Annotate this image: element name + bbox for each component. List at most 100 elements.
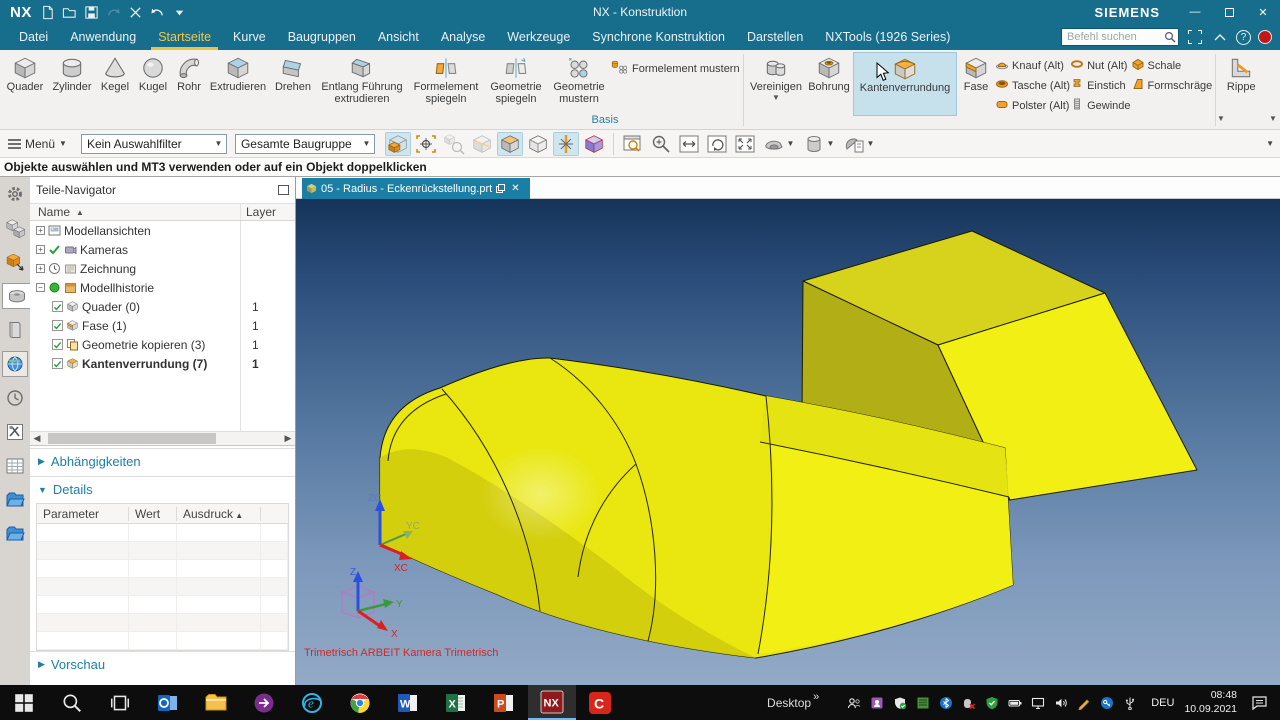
reuse-library-icon[interactable] xyxy=(2,317,28,343)
chrome-icon[interactable] xyxy=(336,685,384,720)
menu-tab-darstellen[interactable]: Darstellen xyxy=(736,24,814,50)
shaded-face-icon[interactable] xyxy=(496,131,523,156)
part-navigator-icon[interactable] xyxy=(2,283,30,309)
task-view-icon[interactable] xyxy=(96,685,144,720)
detach-tab-icon[interactable] xyxy=(496,184,506,193)
file-explorer-icon[interactable] xyxy=(192,685,240,720)
solid-cube-icon[interactable] xyxy=(581,132,607,156)
internet-explorer-icon[interactable]: e xyxy=(288,685,336,720)
scroll-left-icon[interactable]: ◀ xyxy=(30,433,44,444)
assembly-navigator-icon[interactable] xyxy=(2,215,28,241)
taskbar-clock[interactable]: 08:48 10.09.2021 xyxy=(1184,689,1237,716)
folder-open-icon[interactable] xyxy=(2,487,28,513)
expander-icon[interactable]: + xyxy=(36,264,45,273)
help-icon[interactable]: ? xyxy=(1236,29,1251,45)
ribbon-item-nut-alt-[interactable]: Nut (Alt) xyxy=(1070,56,1130,75)
history-icon[interactable] xyxy=(2,385,28,411)
expander-icon[interactable]: + xyxy=(36,245,45,254)
menu-tab-kurve[interactable]: Kurve xyxy=(222,24,277,50)
details-column-ausdruck[interactable]: Ausdruck ▲ xyxy=(177,506,261,521)
close-button[interactable]: ✕ xyxy=(1246,0,1280,24)
dropdown-arrow-icon[interactable]: ▼ xyxy=(772,93,780,103)
pan-icon[interactable] xyxy=(676,132,702,156)
render-style-icon[interactable]: ▼ xyxy=(800,132,838,156)
row-quader[interactable]: Quader (0) 1 xyxy=(30,297,295,316)
minimize-ribbon-icon[interactable] xyxy=(1211,28,1229,46)
ribbon-item-schale[interactable]: Schale xyxy=(1131,56,1213,75)
camtasia-icon[interactable]: C xyxy=(576,685,624,720)
select-solid-icon[interactable] xyxy=(384,131,411,156)
ribbon-item-rohr[interactable]: Rohr xyxy=(172,52,206,93)
security-shield-icon[interactable] xyxy=(985,696,999,710)
ribbon-item-drehen[interactable]: Drehen xyxy=(270,52,316,93)
quickpick-icon[interactable] xyxy=(441,132,467,156)
ribbon-item-fase[interactable]: Fase xyxy=(957,52,995,93)
row-modellhistorie[interactable]: − Modellhistorie xyxy=(30,278,295,297)
ribbon-item-kugel[interactable]: Kugel xyxy=(134,52,172,93)
ribbon-item-einstich[interactable]: Einstich xyxy=(1070,76,1130,95)
checkbox-icon[interactable] xyxy=(52,301,63,312)
layer-column-header[interactable]: Layer xyxy=(246,205,276,219)
snap-region-icon[interactable] xyxy=(413,132,439,156)
language-indicator[interactable]: DEU xyxy=(1151,697,1174,709)
outlook-icon[interactable] xyxy=(144,685,192,720)
command-search-input[interactable] xyxy=(1061,28,1179,46)
ribbon-item-entlang-führung-extrudieren[interactable]: Entlang Führung extrudieren xyxy=(316,52,408,106)
ribbon-item-vereinigen[interactable]: Vereinigen ▼ xyxy=(747,52,805,103)
tree-column-header[interactable]: Name ▲ Layer xyxy=(30,203,295,221)
zoom-icon[interactable] xyxy=(648,132,674,156)
row-fase[interactable]: Fase (1) 1 xyxy=(30,316,295,335)
start-icon[interactable] xyxy=(0,685,48,720)
ribbon-item-geometrie-mustern[interactable]: Geometrie mustern xyxy=(548,52,610,106)
word-icon[interactable]: W xyxy=(384,685,432,720)
process-navigator-icon[interactable] xyxy=(2,419,28,445)
close-tab-icon[interactable]: ✕ xyxy=(511,183,519,194)
volume-icon[interactable] xyxy=(1054,696,1068,710)
preview-section-header[interactable]: ▶ Vorschau xyxy=(30,651,295,677)
qat-dropdown-icon[interactable] xyxy=(172,4,188,20)
view-operations-icon[interactable]: ▼ xyxy=(840,132,878,156)
menu-tab-anwendung[interactable]: Anwendung xyxy=(59,24,147,50)
redo-icon[interactable] xyxy=(106,4,122,20)
open-file-icon[interactable] xyxy=(62,4,78,20)
part-tab[interactable]: 05 - Radius - Eckenrückstellung.prt ✕ xyxy=(302,178,530,199)
pdf-tool-icon[interactable] xyxy=(240,685,288,720)
fit-view-icon[interactable] xyxy=(732,132,758,156)
rotate-view-icon[interactable] xyxy=(704,132,730,156)
search-icon[interactable] xyxy=(48,685,96,720)
ribbon-item-polster-alt-[interactable]: Polster (Alt) xyxy=(995,96,1070,115)
save-icon[interactable] xyxy=(84,4,100,20)
key-icon[interactable] xyxy=(1100,696,1114,710)
more-commands2-icon[interactable]: ▼ xyxy=(1269,114,1277,123)
ribbon-item-kantenverrundung[interactable]: Kantenverrundung xyxy=(853,52,957,116)
toolbar-chevron[interactable]: » xyxy=(813,691,819,703)
pen-icon[interactable] xyxy=(1077,696,1091,710)
dropdown-arrow-icon[interactable]: ▼ xyxy=(826,139,834,148)
menu-tab-analyse[interactable]: Analyse xyxy=(430,24,496,50)
spreadsheet-icon[interactable] xyxy=(2,453,28,479)
ribbon-item-rippe[interactable]: Rippe xyxy=(1219,52,1263,93)
action-center-icon[interactable] xyxy=(1251,695,1268,711)
maximize-button[interactable] xyxy=(1212,0,1246,24)
menu-tab-startseite[interactable]: Startseite xyxy=(147,24,222,50)
wireframe-cube-icon[interactable] xyxy=(525,132,551,156)
ribbon-item-formschräge[interactable]: Formschräge xyxy=(1131,76,1212,95)
ribbon-item-quader[interactable]: Quader xyxy=(2,52,48,93)
face-highlight-icon[interactable] xyxy=(469,132,495,156)
selection-scope-dropdown[interactable]: Gesamte Baugruppe ▼ xyxy=(234,133,375,154)
scrollbar-thumb[interactable] xyxy=(48,433,216,444)
folder-open2-icon[interactable] xyxy=(2,521,28,547)
chart-green-icon[interactable] xyxy=(916,696,930,710)
ribbon-item-zylinder[interactable]: Zylinder xyxy=(48,52,96,93)
fullscreen-icon[interactable] xyxy=(1186,28,1204,46)
ribbon-item-tasche-alt-[interactable]: Tasche (Alt) xyxy=(995,76,1070,95)
constraint-navigator-icon[interactable] xyxy=(2,249,28,275)
row-modellansichten[interactable]: + Modellansichten xyxy=(30,221,295,240)
desktop-toolbar-label[interactable]: Desktop xyxy=(767,696,811,710)
expander-icon[interactable]: + xyxy=(36,226,45,235)
snap-point-icon[interactable] xyxy=(552,131,579,156)
checkbox-icon[interactable] xyxy=(52,320,63,331)
app-purple-icon[interactable] xyxy=(870,696,884,710)
zoom-window-icon[interactable] xyxy=(620,132,646,156)
usb-icon[interactable] xyxy=(1123,696,1137,710)
